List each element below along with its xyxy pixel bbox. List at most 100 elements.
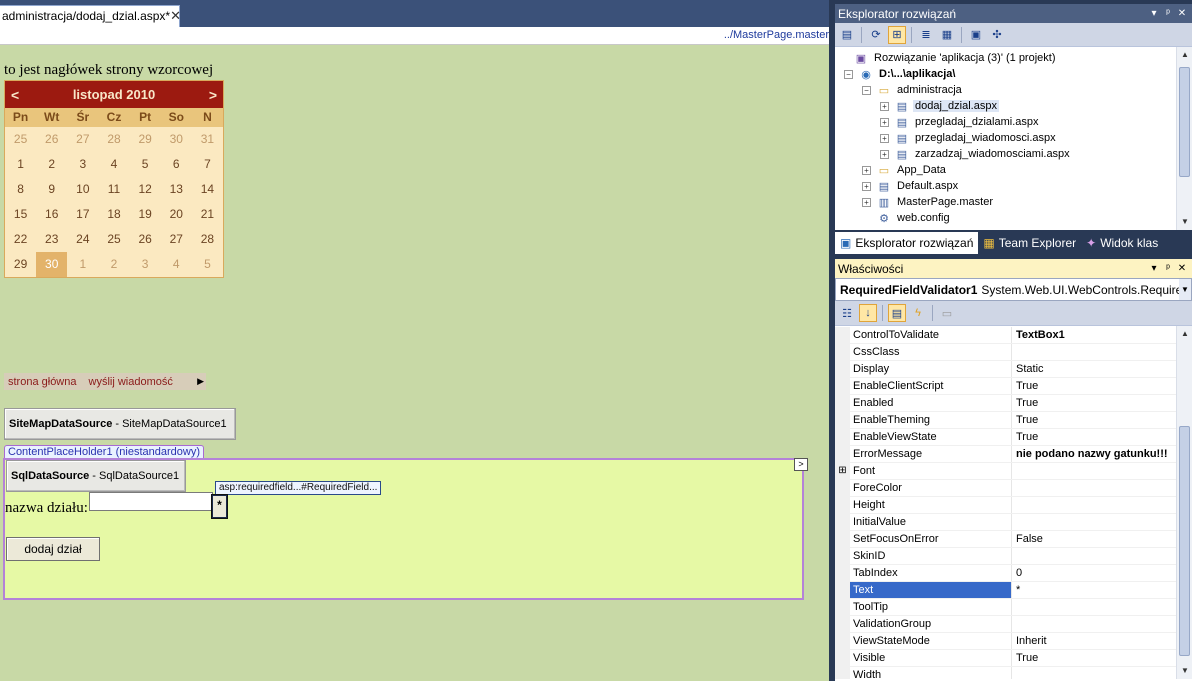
menu-item-send-message[interactable]: wyślij wiadomość: [89, 376, 173, 388]
tree-node-file-zarzadzaj[interactable]: + ▤ zarzadzaj_wiadomosciami.aspx: [880, 146, 1072, 162]
calendar-day[interactable]: 1: [67, 252, 98, 277]
view-designer-icon[interactable]: ▦: [938, 26, 956, 44]
property-row[interactable]: Text *: [835, 582, 1176, 599]
calendar-day[interactable]: 27: [67, 127, 98, 152]
sql-datasource-control[interactable]: SqlDataSource - SqlDataSource1: [6, 460, 186, 492]
property-value[interactable]: [1012, 599, 1176, 615]
property-value[interactable]: Inherit: [1012, 633, 1176, 649]
calendar-day[interactable]: 25: [98, 227, 129, 252]
pin-icon[interactable]: ᵖ: [1161, 8, 1175, 19]
property-value[interactable]: Static: [1012, 361, 1176, 377]
expand-icon[interactable]: +: [862, 181, 871, 191]
property-row[interactable]: TabIndex 0: [835, 565, 1176, 582]
scroll-thumb[interactable]: [1179, 426, 1190, 656]
property-value[interactable]: TextBox1: [1012, 327, 1176, 343]
property-value[interactable]: True: [1012, 378, 1176, 394]
chevron-down-icon[interactable]: ▼: [1179, 279, 1191, 300]
calendar-day[interactable]: 3: [67, 152, 98, 177]
refresh-icon[interactable]: ⟳: [867, 26, 885, 44]
tree-node-file-master[interactable]: + ▥ MasterPage.master: [862, 194, 995, 210]
categorized-icon[interactable]: ☷: [838, 304, 856, 322]
calendar-day[interactable]: 26: [36, 127, 67, 152]
smart-tag-arrow-icon[interactable]: >: [794, 458, 808, 471]
aspnet-config-icon[interactable]: ✣: [988, 26, 1006, 44]
property-row[interactable]: EnableTheming True: [835, 412, 1176, 429]
calendar-day[interactable]: 3: [130, 252, 161, 277]
calendar-day[interactable]: 29: [130, 127, 161, 152]
scroll-thumb[interactable]: [1179, 67, 1190, 177]
calendar-day[interactable]: 1: [5, 152, 36, 177]
tree-node-folder-admin[interactable]: − ▭ administracja: [862, 82, 964, 98]
property-row[interactable]: ValidationGroup: [835, 616, 1176, 633]
calendar-day[interactable]: 9: [36, 177, 67, 202]
tree-node-file-default[interactable]: + ▤ Default.aspx: [862, 178, 960, 194]
property-row[interactable]: EnableViewState True: [835, 429, 1176, 446]
expand-icon[interactable]: +: [880, 117, 889, 127]
scroll-up-icon[interactable]: ▲: [1177, 47, 1192, 63]
close-icon[interactable]: ✕: [170, 9, 181, 23]
add-department-button[interactable]: dodaj dział: [6, 537, 100, 561]
property-value[interactable]: [1012, 548, 1176, 564]
calendar-day[interactable]: 2: [98, 252, 129, 277]
tree-node-file-przegladaj-dzialami[interactable]: + ▤ przegladaj_dzialami.aspx: [880, 114, 1041, 130]
calendar-day[interactable]: 10: [67, 177, 98, 202]
calendar-day[interactable]: 28: [192, 227, 223, 252]
calendar-day[interactable]: 20: [161, 202, 192, 227]
property-value[interactable]: True: [1012, 650, 1176, 666]
calendar-day[interactable]: 29: [5, 252, 36, 277]
menu-item-home[interactable]: strona główna: [8, 376, 77, 388]
calendar-day[interactable]: 30: [161, 127, 192, 152]
calendar-day[interactable]: 30: [36, 252, 68, 277]
calendar-day[interactable]: 26: [130, 227, 161, 252]
property-row[interactable]: ViewStateMode Inherit: [835, 633, 1176, 650]
tree-scrollbar[interactable]: ▲ ▼: [1176, 47, 1192, 230]
property-value[interactable]: [1012, 667, 1176, 679]
calendar-day[interactable]: 4: [98, 152, 129, 177]
object-selector[interactable]: RequiredFieldValidator1 System.Web.UI.We…: [835, 278, 1192, 301]
tab-solution-explorer[interactable]: ▣ Eksplorator rozwiązań: [835, 232, 979, 254]
calendar-day[interactable]: 5: [192, 252, 223, 277]
tree-node-project[interactable]: − ◉ D:\...\aplikacja\: [844, 66, 957, 82]
property-value[interactable]: [1012, 497, 1176, 513]
close-icon[interactable]: ✕: [1175, 8, 1189, 19]
scroll-up-icon[interactable]: ▲: [1177, 326, 1192, 342]
property-pages-icon[interactable]: ▭: [938, 304, 956, 322]
calendar-day[interactable]: 27: [161, 227, 192, 252]
property-value[interactable]: True: [1012, 395, 1176, 411]
calendar-day[interactable]: 24: [67, 227, 98, 252]
expand-icon[interactable]: ⊞: [835, 463, 850, 479]
calendar-day[interactable]: 5: [130, 152, 161, 177]
property-grid-scrollbar[interactable]: ▲ ▼: [1176, 326, 1192, 679]
property-row[interactable]: Height: [835, 497, 1176, 514]
tab-team-explorer[interactable]: ▦ Team Explorer: [978, 232, 1081, 254]
property-row[interactable]: ToolTip: [835, 599, 1176, 616]
calendar-day[interactable]: 19: [130, 202, 161, 227]
property-row[interactable]: EnableClientScript True: [835, 378, 1176, 395]
dropdown-icon[interactable]: ▾: [1147, 263, 1161, 274]
property-value[interactable]: False: [1012, 531, 1176, 547]
collapse-icon[interactable]: −: [862, 85, 871, 95]
pin-icon[interactable]: ᵖ: [1161, 263, 1175, 274]
property-value[interactable]: [1012, 480, 1176, 496]
calendar-day[interactable]: 16: [36, 202, 67, 227]
calendar-day[interactable]: 18: [98, 202, 129, 227]
calendar-day[interactable]: 28: [98, 127, 129, 152]
property-row[interactable]: ControlToValidate TextBox1: [835, 327, 1176, 344]
property-value[interactable]: [1012, 514, 1176, 530]
expand-icon[interactable]: +: [862, 197, 871, 207]
dropdown-icon[interactable]: ▾: [1147, 8, 1161, 19]
properties-icon[interactable]: ▤: [888, 304, 906, 322]
master-page-link[interactable]: ../MasterPage.master: [724, 29, 829, 41]
calendar-day[interactable]: 11: [98, 177, 129, 202]
tree-node-folder-app-data[interactable]: + ▭ App_Data: [862, 162, 948, 178]
tab-class-view[interactable]: ✦ Widok klas: [1081, 232, 1163, 254]
property-row[interactable]: ForeColor: [835, 480, 1176, 497]
property-value[interactable]: *: [1012, 582, 1176, 598]
calendar-day[interactable]: 31: [192, 127, 223, 152]
expand-icon[interactable]: +: [880, 101, 889, 111]
document-tab[interactable]: administracja/dodaj_dzial.aspx* ✕: [0, 5, 181, 27]
calendar-day[interactable]: 4: [161, 252, 192, 277]
content-placeholder[interactable]: > SqlDataSource - SqlDataSource1 nazwa d…: [3, 458, 808, 600]
sitemap-datasource-control[interactable]: SiteMapDataSource - SiteMapDataSource1: [4, 408, 236, 440]
calendar-day[interactable]: 12: [130, 177, 161, 202]
